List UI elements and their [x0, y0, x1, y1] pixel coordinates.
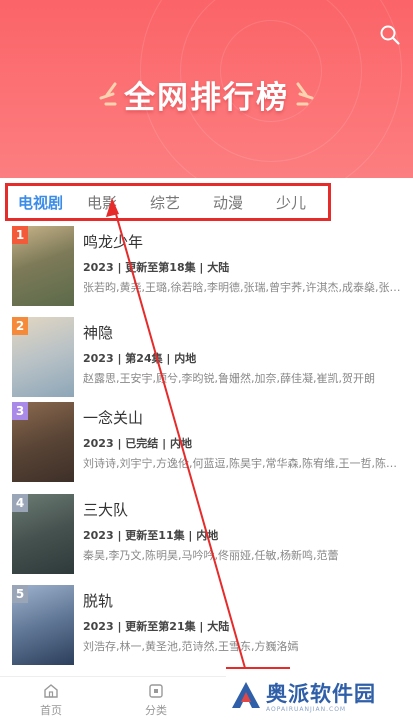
- rank-badge: 2: [12, 317, 28, 335]
- nav-home-label: 首页: [40, 704, 62, 717]
- show-meta: 2023 | 更新至第21集 | 大陆: [83, 620, 230, 633]
- rank-badge: 4: [12, 494, 28, 512]
- show-meta: 2023 | 第24集 | 内地: [83, 352, 197, 365]
- rank-badge: 5: [12, 585, 28, 603]
- category-icon: [149, 684, 163, 698]
- nav-category[interactable]: 分类: [138, 683, 174, 718]
- ranking-list-item[interactable]: 3 一念关山 2023 | 已完结 | 内地 刘诗诗,刘宇宁,方逸伦,何蓝逗,陈…: [0, 402, 413, 494]
- rank-badge: 1: [12, 226, 28, 244]
- show-meta: 2023 | 更新至11集 | 内地: [83, 529, 219, 542]
- watermark-url: AOPAIRUANJIAN.COM: [266, 706, 347, 713]
- poster-image: 3: [12, 402, 74, 482]
- poster-image: 2: [12, 317, 74, 397]
- logo-mark-icon: [232, 682, 260, 708]
- show-title: 三大队: [83, 501, 129, 519]
- tab-highlight-frame: [5, 183, 331, 221]
- poster-image: 1: [12, 226, 74, 306]
- ranking-list-item[interactable]: 1 鸣龙少年 2023 | 更新至第18集 | 大陆 张若昀,黄尧,王璐,徐若晗…: [0, 226, 413, 318]
- ranking-list-item[interactable]: 5 脱轨 2023 | 更新至第21集 | 大陆 刘浩存,林一,黄圣池,范诗然,…: [0, 585, 413, 677]
- watermark-logo: 奥派软件园 AOPAIRUANJIAN.COM: [226, 672, 413, 720]
- ranking-list-item[interactable]: 2 神隐 2023 | 第24集 | 内地 赵露思,王安宇,顾兮,李昀锐,鲁姗然…: [0, 317, 413, 409]
- show-cast: 赵露思,王安宇,顾兮,李昀锐,鲁姗然,加奈,薛佳凝,崔凯,贺开朗: [83, 372, 375, 385]
- show-title: 神隐: [83, 324, 114, 342]
- ranking-list-item[interactable]: 4 三大队 2023 | 更新至11集 | 内地 秦昊,李乃文,陈明昊,马吟吟,…: [0, 494, 413, 586]
- show-cast: 秦昊,李乃文,陈明昊,马吟吟,佟丽娅,任敏,杨新鸣,范蕾: [83, 549, 339, 562]
- nav-category-label: 分类: [145, 704, 167, 717]
- show-cast: 张若昀,黄尧,王璐,徐若晗,李明德,张瑞,曾宇荞,许淇杰,成泰燊,张艺...: [83, 281, 403, 294]
- page-title: 全网排行榜: [124, 80, 289, 116]
- ranking-header: 全网排行榜: [0, 0, 413, 178]
- nav-home[interactable]: 首页: [33, 683, 69, 718]
- show-title: 鸣龙少年: [83, 233, 144, 251]
- left-sparkle-icon: [99, 82, 117, 105]
- show-cast: 刘浩存,林一,黄圣池,范诗然,王雪东,方巍洛嫣: [83, 640, 299, 653]
- right-sparkle-icon: [296, 82, 314, 105]
- poster-image: 5: [12, 585, 74, 665]
- rank-badge: 3: [12, 402, 28, 420]
- search-icon[interactable]: [379, 24, 401, 46]
- show-title: 脱轨: [83, 592, 114, 610]
- home-icon: [44, 684, 58, 698]
- show-cast: 刘诗诗,刘宇宁,方逸伦,何蓝逗,陈昊宇,常华森,陈宥维,王一哲,陈都...: [83, 457, 403, 470]
- poster-image: 4: [12, 494, 74, 574]
- watermark-name: 奥派软件园: [266, 682, 376, 706]
- show-title: 一念关山: [83, 409, 144, 427]
- show-meta: 2023 | 已完结 | 内地: [83, 437, 192, 450]
- show-meta: 2023 | 更新至第18集 | 大陆: [83, 261, 230, 274]
